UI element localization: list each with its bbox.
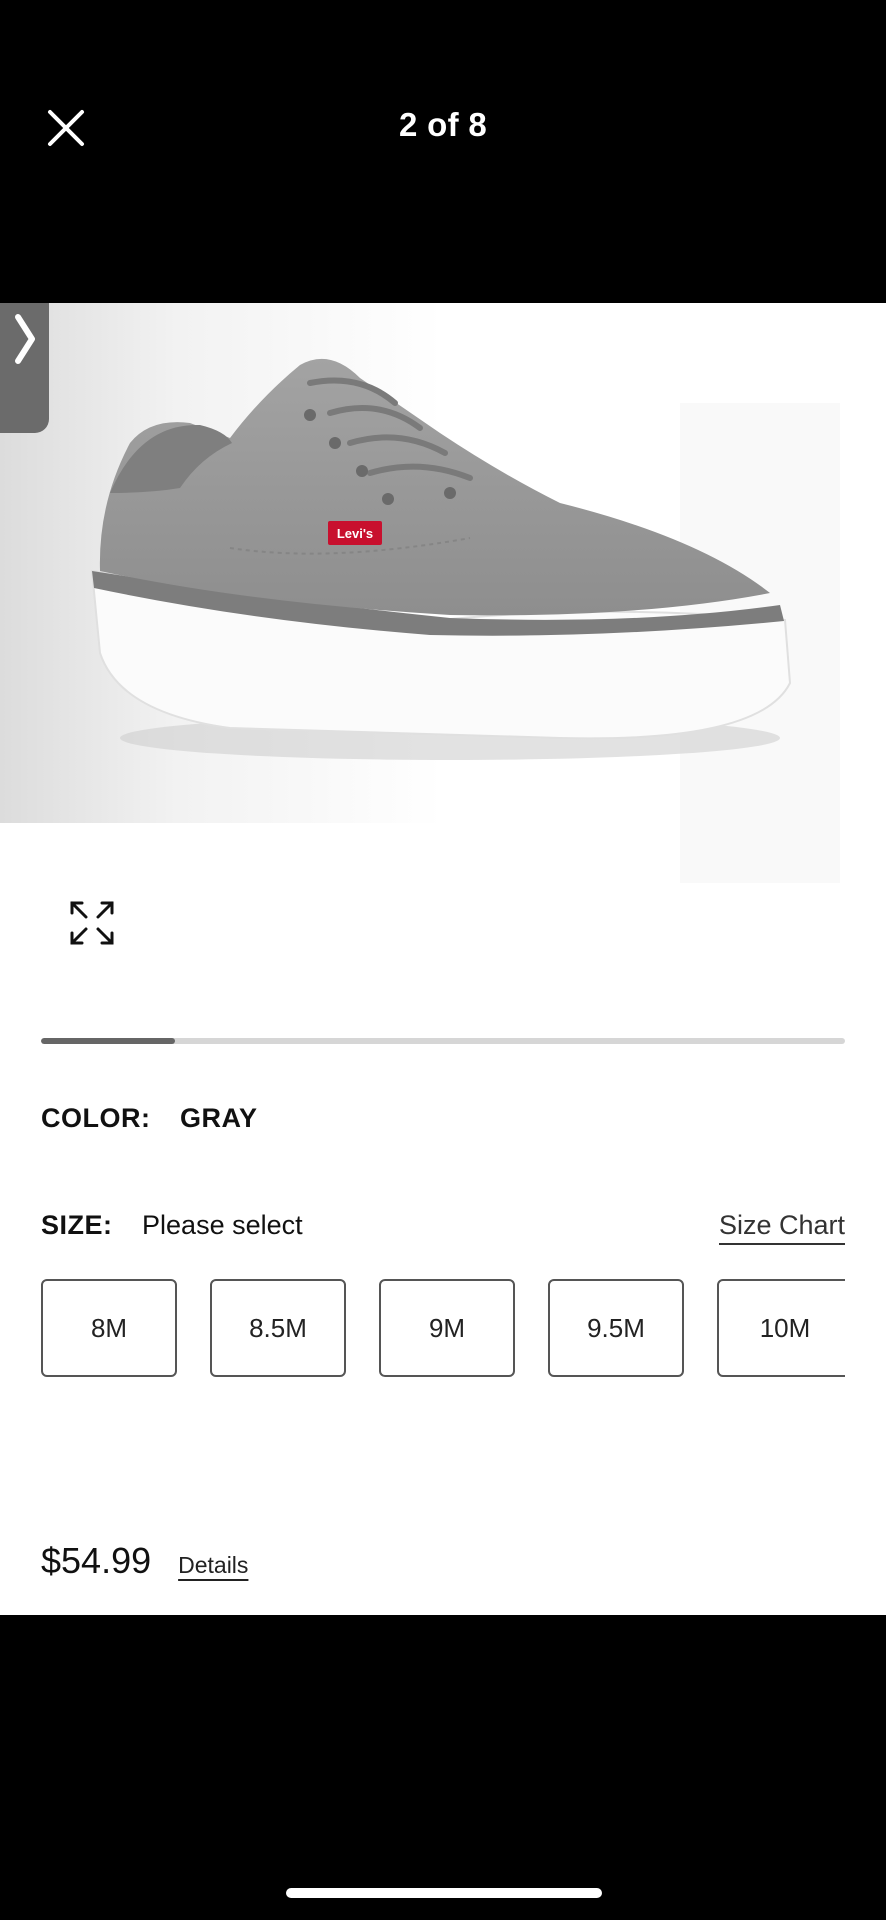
size-chart-link[interactable]: Size Chart bbox=[718, 1210, 845, 1245]
size-label: SIZE: bbox=[41, 1210, 113, 1240]
product-panel: Levi's COLOR: GRAY SIZE: Please select S… bbox=[0, 303, 886, 1615]
size-options: 8M 8.5M 9M 9.5M 10M bbox=[41, 1279, 845, 1379]
color-selection: COLOR: GRAY bbox=[41, 1103, 258, 1134]
gallery-progress-bar bbox=[41, 1038, 845, 1044]
gallery-progress-fill bbox=[41, 1038, 176, 1044]
color-value: GRAY bbox=[180, 1103, 258, 1133]
color-label: COLOR: bbox=[41, 1103, 151, 1133]
size-option-9m[interactable]: 9M bbox=[379, 1279, 515, 1377]
product-image[interactable]: Levi's bbox=[0, 303, 886, 983]
expand-icon bbox=[70, 901, 114, 945]
brand-logo: Levi's bbox=[336, 525, 374, 541]
size-option-8m[interactable]: 8M bbox=[41, 1279, 177, 1377]
size-option-8-5m[interactable]: 8.5M bbox=[210, 1279, 346, 1377]
chevron-right-icon bbox=[14, 314, 35, 364]
next-image-tab[interactable] bbox=[0, 303, 49, 433]
size-option-10m[interactable]: 10M bbox=[717, 1279, 845, 1377]
size-option-9-5m[interactable]: 9.5M bbox=[548, 1279, 684, 1377]
size-selection: SIZE: Please select Size Chart bbox=[41, 1210, 845, 1245]
details-link[interactable]: Details bbox=[178, 1552, 248, 1579]
size-value: Please select bbox=[142, 1210, 303, 1240]
expand-image-button[interactable] bbox=[64, 895, 120, 951]
price-row: $54.99 Details bbox=[41, 1540, 248, 1582]
image-counter: 2 of 8 bbox=[399, 106, 487, 143]
product-gallery-screen: 2 of 8 Levi's COLOR: GRAY SIZE: Please s… bbox=[0, 0, 886, 1920]
gallery-header: 2 of 8 bbox=[0, 0, 886, 303]
home-indicator[interactable] bbox=[286, 1888, 602, 1898]
price: $54.99 bbox=[41, 1540, 152, 1581]
